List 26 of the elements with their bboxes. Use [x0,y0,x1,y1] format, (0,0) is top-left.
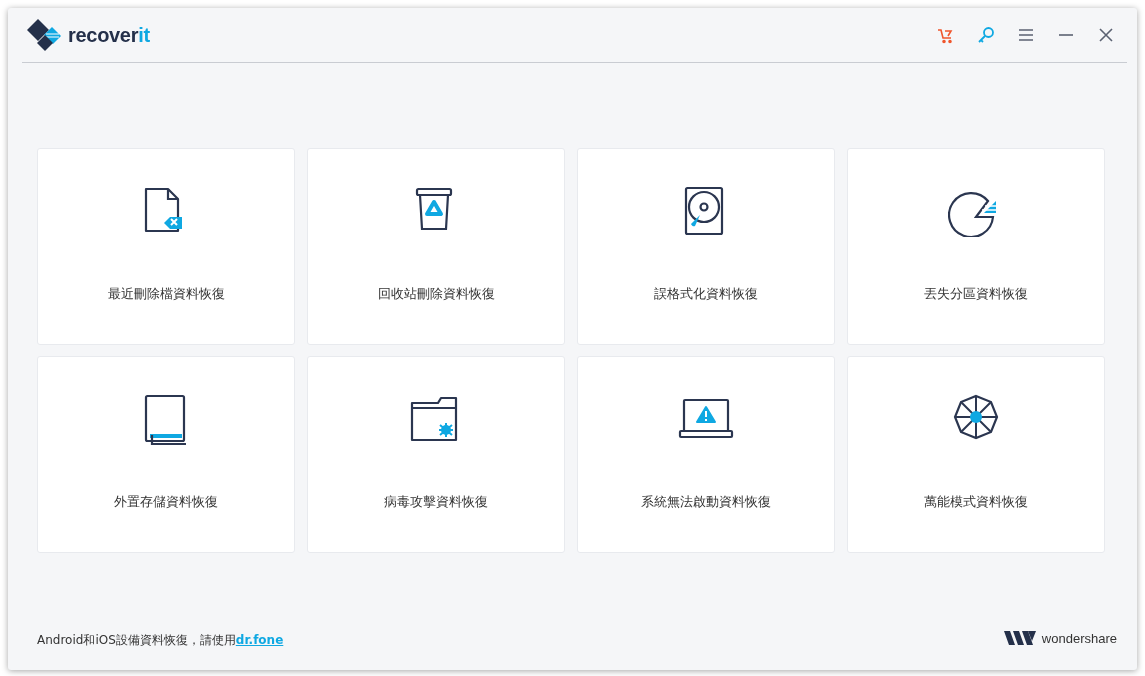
menu-icon [1018,28,1034,42]
mode-card[interactable]: 外置存儲資料恢復 [37,356,295,553]
brand-logo-icon [1003,629,1036,647]
logo-text: recoverit [68,23,150,47]
close-icon [1099,28,1113,42]
footer-note: Android和iOS設備資料恢復，請使用dr.fone [37,632,284,649]
mode-card[interactable]: 回收站刪除資料恢復 [307,148,565,345]
mode-label: 萬能模式資料恢復 [924,493,1028,511]
brand-name: wondershare [1041,630,1117,646]
logo-icon [27,19,61,51]
key-icon [977,26,995,44]
mode-card[interactable]: 誤格式化資料恢復 [577,148,835,345]
cart-icon [937,26,955,44]
mode-label: 最近刪除檔資料恢復 [107,285,225,303]
mode-label: 誤格式化資料恢復 [654,285,758,303]
mode-label: 系統無法啟動資料恢復 [641,493,771,511]
mode-label: 外置存儲資料恢復 [114,493,218,511]
mode-card[interactable]: 丟失分區資料恢復 [847,148,1105,345]
mode-label: 回收站刪除資料恢復 [377,285,495,303]
minimize-icon [1058,33,1074,37]
mode-card[interactable]: 最近刪除檔資料恢復 [37,148,295,345]
mode-label: 病毒攻擊資料恢復 [384,493,488,511]
mode-card[interactable]: 系統無法啟動資料恢復 [577,356,835,553]
mode-label: 丟失分區資料恢復 [924,285,1028,303]
mode-card[interactable]: 病毒攻擊資料恢復 [307,356,565,553]
mode-card[interactable]: 萬能模式資料恢復 [847,356,1105,553]
